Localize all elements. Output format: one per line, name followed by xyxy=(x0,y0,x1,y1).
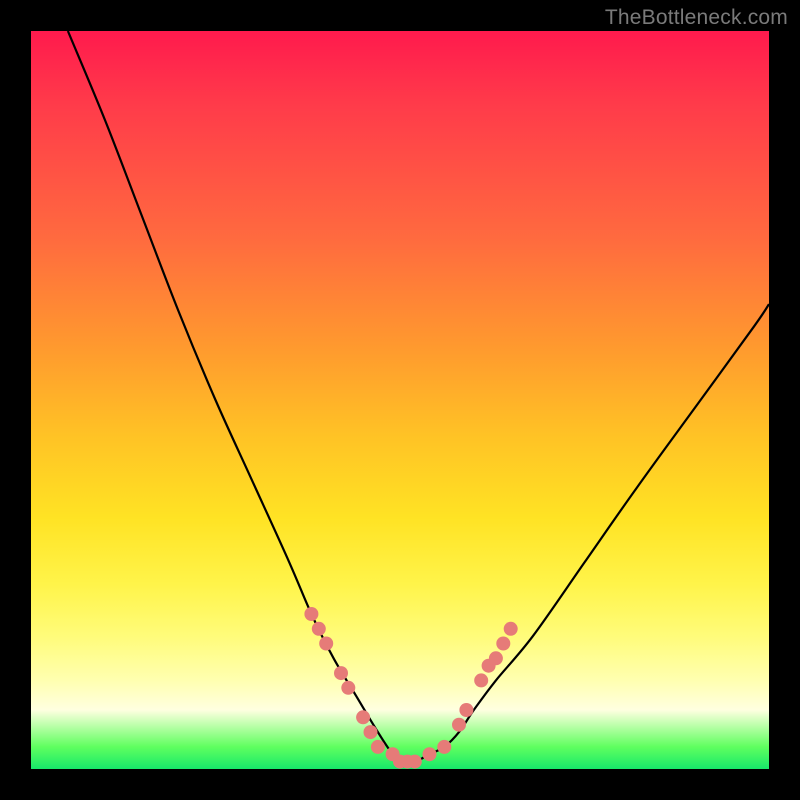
highlight-dot xyxy=(437,740,451,754)
highlight-dot xyxy=(334,666,348,680)
plot-area xyxy=(31,31,769,769)
highlight-dot xyxy=(459,703,473,717)
highlight-dot xyxy=(319,637,333,651)
highlight-dot xyxy=(356,710,370,724)
highlight-dots-group xyxy=(304,607,517,769)
highlight-dot xyxy=(341,681,355,695)
highlight-dot xyxy=(504,622,518,636)
highlight-dot xyxy=(408,755,422,769)
highlight-dot xyxy=(474,673,488,687)
highlight-dot xyxy=(371,740,385,754)
highlight-dot xyxy=(496,637,510,651)
highlight-dot xyxy=(364,725,378,739)
highlight-dot xyxy=(452,718,466,732)
highlight-dot xyxy=(304,607,318,621)
highlight-dot xyxy=(423,747,437,761)
bottleneck-curve-svg xyxy=(31,31,769,769)
chart-frame: TheBottleneck.com xyxy=(0,0,800,800)
watermark-text: TheBottleneck.com xyxy=(605,6,788,30)
bottleneck-curve-path xyxy=(68,31,769,763)
highlight-dot xyxy=(489,651,503,665)
highlight-dot xyxy=(312,622,326,636)
